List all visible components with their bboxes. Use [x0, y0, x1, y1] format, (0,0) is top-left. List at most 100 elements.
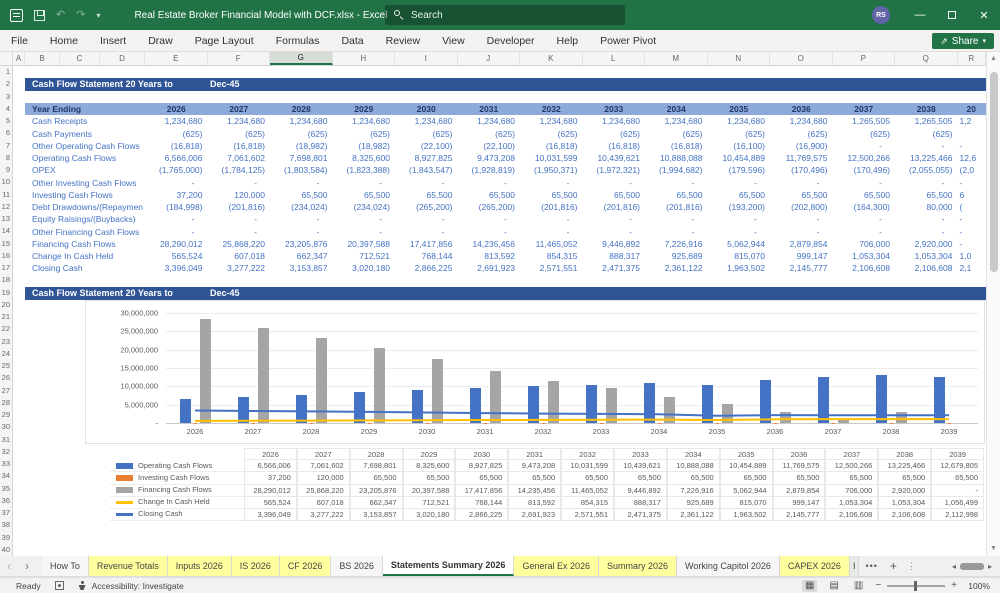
- row-header-13[interactable]: 13: [0, 213, 12, 225]
- customize-qat-icon[interactable]: ▾: [96, 11, 100, 20]
- cell[interactable]: -: [520, 226, 583, 238]
- more-sheets-button[interactable]: •••: [859, 556, 883, 576]
- cell[interactable]: (625): [895, 128, 958, 140]
- avatar[interactable]: RS: [872, 6, 890, 24]
- cell[interactable]: -: [833, 177, 896, 189]
- cell[interactable]: -: [645, 177, 708, 189]
- cell[interactable]: -: [395, 177, 458, 189]
- cell[interactable]: -: [708, 213, 771, 225]
- cell[interactable]: (1,972,321): [583, 164, 646, 176]
- row-header-25[interactable]: 25: [0, 360, 12, 372]
- column-header-D[interactable]: D: [100, 52, 145, 65]
- macro-record-icon[interactable]: [55, 581, 64, 590]
- cell[interactable]: 8,325,600: [333, 152, 396, 164]
- row-header-26[interactable]: 26: [0, 372, 12, 384]
- cell[interactable]: (164,300): [833, 201, 896, 213]
- cell[interactable]: 13,225,466: [895, 152, 958, 164]
- cell[interactable]: -: [145, 213, 208, 225]
- cell[interactable]: (201,816): [520, 201, 583, 213]
- row-header-5[interactable]: 5: [0, 115, 12, 127]
- cell[interactable]: (625): [333, 128, 396, 140]
- ribbon-tab-developer[interactable]: Developer: [476, 30, 546, 52]
- row-header-12[interactable]: 12: [0, 201, 12, 213]
- column-header-M[interactable]: M: [645, 52, 708, 65]
- cell[interactable]: -: [833, 226, 896, 238]
- cell[interactable]: 1,234,680: [708, 115, 771, 127]
- cell[interactable]: 65,500: [520, 189, 583, 201]
- cell[interactable]: (1,765,000): [145, 164, 208, 176]
- cell[interactable]: 1,234,680: [208, 115, 271, 127]
- cell[interactable]: 706,000: [833, 238, 896, 250]
- cell[interactable]: (16,900): [770, 140, 833, 152]
- cell[interactable]: -: [833, 213, 896, 225]
- cell[interactable]: (179,596): [708, 164, 771, 176]
- row-header-18[interactable]: 18: [0, 274, 12, 286]
- cell[interactable]: 80,000: [895, 201, 958, 213]
- cell[interactable]: 2,106,608: [833, 262, 896, 274]
- column-header-L[interactable]: L: [583, 52, 646, 65]
- cell[interactable]: (625): [395, 128, 458, 140]
- year-header-row[interactable]: Year Ending20262027202820292030203120322…: [25, 103, 986, 116]
- hscroll-right-icon[interactable]: ▸: [988, 562, 992, 571]
- cell[interactable]: 999,147: [770, 250, 833, 262]
- row-header-32[interactable]: 32: [0, 446, 12, 458]
- cell[interactable]: (265,200): [458, 201, 521, 213]
- cell[interactable]: 3,277,222: [208, 262, 271, 274]
- cell[interactable]: 23,205,876: [270, 238, 333, 250]
- cell[interactable]: -: [145, 177, 208, 189]
- minimize-button[interactable]: —: [904, 0, 936, 30]
- cell[interactable]: 3,396,049: [145, 262, 208, 274]
- cell[interactable]: 11,465,052: [520, 238, 583, 250]
- cell[interactable]: (625): [708, 128, 771, 140]
- cell[interactable]: (202,800): [770, 201, 833, 213]
- cell[interactable]: (625): [458, 128, 521, 140]
- cell[interactable]: (1,994,682): [645, 164, 708, 176]
- cell[interactable]: -: [895, 226, 958, 238]
- column-header-C[interactable]: C: [60, 52, 100, 65]
- row-header-3[interactable]: 3: [0, 91, 12, 103]
- ribbon-tab-page-layout[interactable]: Page Layout: [184, 30, 265, 52]
- select-all-corner[interactable]: [0, 52, 13, 65]
- column-header-J[interactable]: J: [458, 52, 521, 65]
- cell[interactable]: (625): [770, 128, 833, 140]
- cell[interactable]: 1,234,680: [333, 115, 396, 127]
- cell[interactable]: 662,347: [270, 250, 333, 262]
- cell[interactable]: -: [583, 177, 646, 189]
- horizontal-scrollbar[interactable]: ◂ ▸: [952, 556, 1000, 576]
- row-header-17[interactable]: 17: [0, 262, 12, 274]
- cell[interactable]: 7,226,916: [645, 238, 708, 250]
- cell[interactable]: 854,315: [520, 250, 583, 262]
- excel-app-icon[interactable]: [10, 9, 23, 22]
- row-header-24[interactable]: 24: [0, 348, 12, 360]
- row-header-20[interactable]: 20: [0, 299, 12, 311]
- cell[interactable]: 65,500: [270, 189, 333, 201]
- column-header-F[interactable]: F: [208, 52, 271, 65]
- cell[interactable]: 1,265,505: [833, 115, 896, 127]
- chart-section-banner[interactable]: Cash Flow Statement 20 Years to Dec-45: [25, 287, 986, 300]
- cell[interactable]: 1,234,680: [583, 115, 646, 127]
- row-header-1[interactable]: 1: [0, 66, 12, 78]
- cell[interactable]: -: [895, 177, 958, 189]
- cell[interactable]: (201,816): [645, 201, 708, 213]
- cell[interactable]: (1,950,371): [520, 164, 583, 176]
- cell[interactable]: 5,062,944: [708, 238, 771, 250]
- cell[interactable]: 607,018: [208, 250, 271, 262]
- cell[interactable]: (1,928,819): [458, 164, 521, 176]
- cell[interactable]: -: [270, 213, 333, 225]
- vertical-scrollbar[interactable]: ▲ ▼: [986, 52, 1000, 556]
- cell[interactable]: (625): [833, 128, 896, 140]
- column-header-H[interactable]: H: [333, 52, 396, 65]
- cell[interactable]: (201,816): [583, 201, 646, 213]
- normal-view-icon[interactable]: ▦: [802, 580, 817, 592]
- cell[interactable]: (18,982): [333, 140, 396, 152]
- cell[interactable]: (625): [270, 128, 333, 140]
- row-header-16[interactable]: 16: [0, 250, 12, 262]
- cell[interactable]: -: [395, 213, 458, 225]
- ribbon-tab-insert[interactable]: Insert: [89, 30, 137, 52]
- cell[interactable]: 2,866,225: [395, 262, 458, 274]
- cell[interactable]: 3,153,857: [270, 262, 333, 274]
- tab-scroll-left-icon[interactable]: ‹: [0, 556, 18, 576]
- cell[interactable]: (22,100): [395, 140, 458, 152]
- sheet-tab-i[interactable]: I: [850, 556, 860, 576]
- cell[interactable]: (625): [145, 128, 208, 140]
